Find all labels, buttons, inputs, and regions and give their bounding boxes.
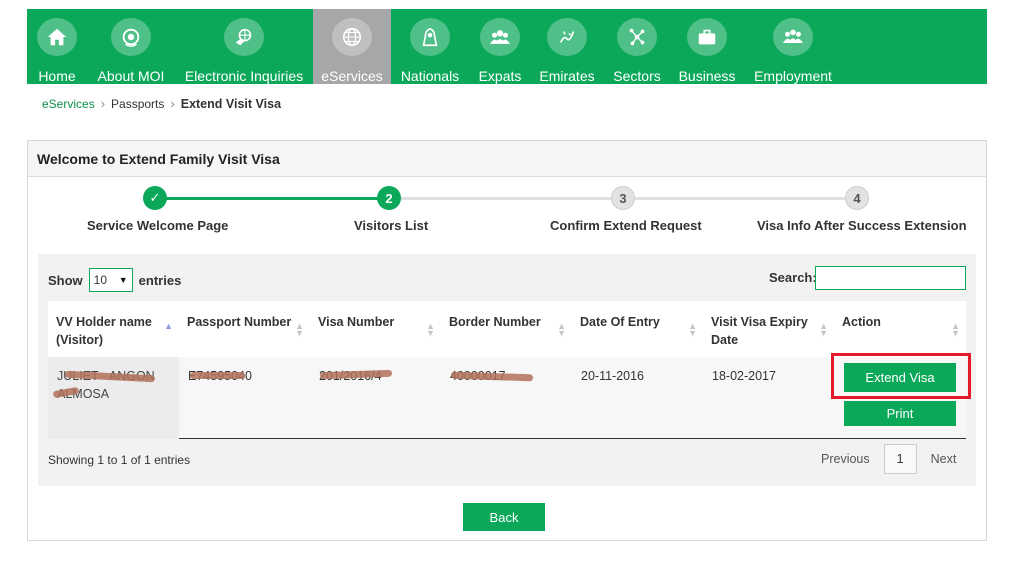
panel-title: Welcome to Extend Family Visit Visa <box>28 141 986 177</box>
search-label: Search: <box>769 270 817 285</box>
step-connector-complete <box>155 197 390 200</box>
pagination: Previous 1 Next <box>821 444 956 474</box>
breadcrumb-eservices[interactable]: eServices <box>42 97 95 111</box>
step-4-circle: 4 <box>845 186 869 210</box>
step-1-label: Service Welcome Page <box>87 218 229 233</box>
cell-action: Extend Visa Print <box>831 353 971 439</box>
nav-label: Electronic Inquiries <box>184 68 304 84</box>
col-visit-visa-expiry[interactable]: Visit Visa Expiry Date ▲ ▼ <box>703 301 834 357</box>
step-1-check-icon: ✓ <box>143 186 167 210</box>
chevron-right-icon: › <box>100 96 106 111</box>
person-icon <box>410 18 450 56</box>
step-2-label: Visitors List <box>354 218 429 233</box>
sort-icon: ▲ ▼ <box>426 321 435 338</box>
sort-icon: ▲ ▼ <box>819 321 828 338</box>
col-passport-number[interactable]: Passport Number ▲ ▼ <box>179 301 310 357</box>
wizard-steps: ✓ 2 3 4 Service Welcome Page Visitors Li… <box>28 177 986 247</box>
caret-down-icon: ▼ <box>118 275 128 285</box>
briefcase-icon <box>687 18 727 56</box>
nav-home[interactable]: Home <box>27 9 87 84</box>
col-label: Date Of Entry <box>580 315 660 329</box>
sort-icon: ▲ ▼ <box>557 321 566 338</box>
previous-page-link[interactable]: Previous <box>821 452 870 466</box>
sort-icon: ▲ ▼ <box>688 321 697 338</box>
nav-label: Employment <box>754 68 832 84</box>
nav-sectors[interactable]: Sectors <box>603 9 671 84</box>
col-border-number[interactable]: Border Number ▲ ▼ <box>441 301 572 357</box>
search-input[interactable] <box>815 266 966 290</box>
col-label: Visit Visa Expiry Date <box>711 315 808 347</box>
col-holder-name[interactable]: VV Holder name (Visitor) ▲ <box>48 301 179 357</box>
col-label: VV Holder name (Visitor) <box>56 315 152 347</box>
entries-label: entries <box>138 272 182 288</box>
col-visa-number[interactable]: Visa Number ▲ ▼ <box>310 301 441 357</box>
col-label: Visa Number <box>318 315 395 329</box>
team-icon <box>773 18 813 56</box>
nav-label: Home <box>38 68 76 84</box>
sort-asc-icon: ▲ <box>164 321 173 331</box>
redaction-mark <box>190 372 245 379</box>
cell-border: 40000017 <box>441 357 572 439</box>
sort-icon: ▲ ▼ <box>295 321 304 338</box>
cell-holder-name: JULIET · ANGON ALMOSA <box>48 357 179 439</box>
page-size-value: 10 <box>93 273 108 287</box>
page-1-button[interactable]: 1 <box>883 444 917 474</box>
breadcrumb-current: Extend Visit Visa <box>180 96 282 111</box>
col-action[interactable]: Action ▲ ▼ <box>834 301 966 357</box>
table-row: JULIET · ANGON ALMOSA E74595040 201/2016… <box>48 353 971 439</box>
nav-label: Nationals <box>400 68 460 84</box>
extend-visa-button[interactable]: Extend Visa <box>844 363 956 392</box>
breadcrumb-passports[interactable]: Passports <box>111 97 164 111</box>
nav-label: Business <box>678 68 736 84</box>
hand-globe-icon <box>224 18 264 56</box>
show-label: Show <box>48 272 83 288</box>
next-page-link[interactable]: Next <box>931 452 957 466</box>
nav-employment[interactable]: Employment <box>743 9 843 84</box>
page-size-select[interactable]: 10 ▼ <box>88 268 133 292</box>
step-3-circle: 3 <box>611 186 635 210</box>
sort-icon: ▲ ▼ <box>951 321 960 338</box>
col-label: Action <box>842 315 881 329</box>
chevron-right-icon: › <box>170 96 175 111</box>
home-icon <box>37 18 77 56</box>
col-date-of-entry[interactable]: Date Of Entry ▲ ▼ <box>572 301 703 357</box>
show-entries: Show 10 ▼ entries <box>48 268 181 292</box>
globe-icon <box>332 18 372 56</box>
nav-expats[interactable]: Expats <box>469 9 531 84</box>
nav-business[interactable]: Business <box>671 9 743 84</box>
step-2-circle: 2 <box>377 186 401 210</box>
cell-expiry: 18-02-2017 <box>712 369 776 383</box>
step-3-label: Confirm Extend Request <box>550 218 702 233</box>
nav-label: Expats <box>478 68 522 84</box>
table-header: VV Holder name (Visitor) ▲ Passport Numb… <box>48 301 966 357</box>
nav-label: About MOI <box>97 68 165 84</box>
back-button[interactable]: Back <box>463 503 545 531</box>
breadcrumb: eServices › Passports › Extend Visit Vis… <box>42 96 281 111</box>
extend-visa-panel: Welcome to Extend Family Visit Visa ✓ 2 … <box>27 140 987 541</box>
table-info: Showing 1 to 1 of 1 entries <box>48 453 191 467</box>
main-nav: Home About MOI Electronic Inquiries eSer… <box>27 9 987 84</box>
cell-visa: 201/2016/4 <box>310 357 441 439</box>
nav-eservices[interactable]: eServices <box>313 9 391 84</box>
nav-label: Sectors <box>613 68 661 84</box>
step-4-label: Visa Info After Success Extension <box>757 218 967 233</box>
nav-electronic-inquiries[interactable]: Electronic Inquiries <box>175 9 313 84</box>
emblem-icon <box>111 18 151 56</box>
visitors-table-wrapper: Show 10 ▼ entries Search: VV Holder name… <box>38 254 976 486</box>
calligraphy-icon <box>547 18 587 56</box>
col-label: Passport Number <box>187 315 292 329</box>
nav-about-moi[interactable]: About MOI <box>87 9 175 84</box>
group-icon <box>480 18 520 56</box>
cell-date-entry: 20-11-2016 <box>581 369 645 383</box>
nav-label: Emirates <box>539 68 595 84</box>
network-icon <box>617 18 657 56</box>
nav-nationals[interactable]: Nationals <box>391 9 469 84</box>
nav-emirates[interactable]: Emirates <box>531 9 603 84</box>
cell-passport: E74595040 <box>179 357 310 439</box>
col-label: Border Number <box>449 315 541 329</box>
print-button[interactable]: Print <box>844 401 956 426</box>
nav-label: eServices <box>321 68 383 84</box>
